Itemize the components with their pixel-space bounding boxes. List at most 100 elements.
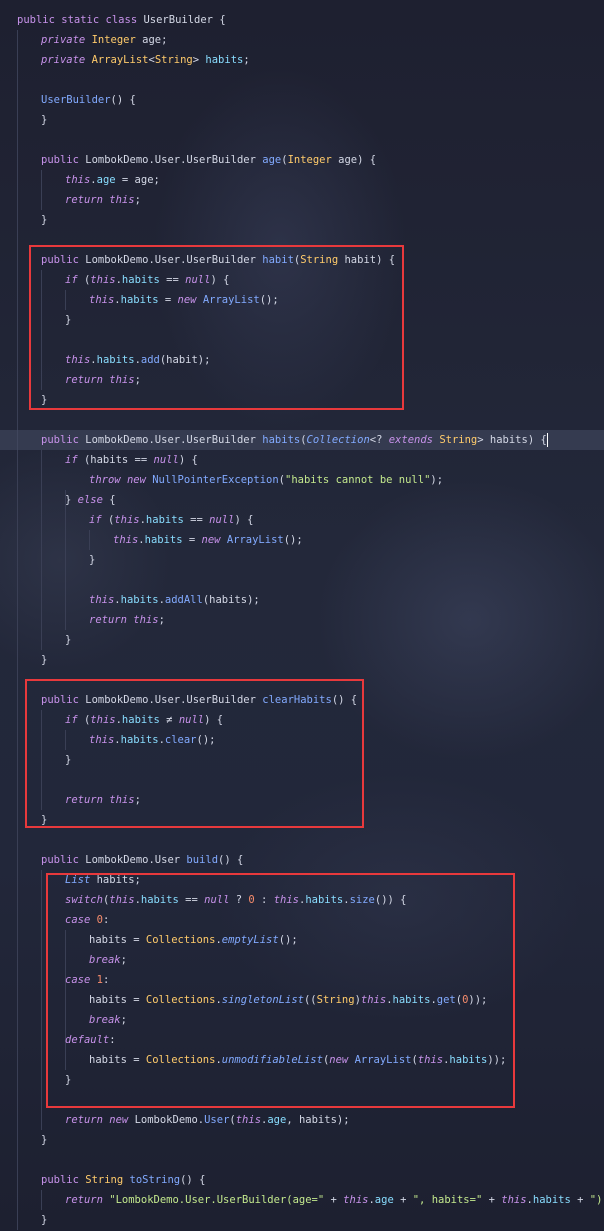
code-token: ; — [158, 614, 165, 626]
code-line[interactable]: this.age = age; — [0, 170, 604, 190]
code-line[interactable]: } — [0, 210, 604, 230]
code-line[interactable] — [0, 570, 604, 590]
highlight-box-habit-method — [29, 245, 404, 410]
code-line-content: } — [0, 634, 71, 646]
code-line[interactable]: public static class UserBuilder { — [0, 10, 604, 30]
code-line[interactable]: return this; — [0, 610, 604, 630]
code-token: > — [192, 54, 206, 66]
code-token: this — [114, 514, 140, 526]
code-token: ); — [430, 474, 444, 486]
code-line[interactable]: return new LombokDemo.User(this.age, hab… — [0, 1110, 604, 1130]
code-token: ) { — [178, 454, 198, 466]
code-line[interactable]: UserBuilder() { — [0, 90, 604, 110]
code-line[interactable]: } — [0, 650, 604, 670]
code-token: ")" — [589, 1194, 604, 1206]
code-token: User — [204, 1114, 230, 1126]
code-line[interactable]: private Integer age; — [0, 30, 604, 50]
code-token: addAll — [164, 594, 203, 606]
code-line-content — [0, 234, 17, 246]
code-token: this — [133, 614, 159, 626]
code-token: this — [235, 1114, 262, 1126]
code-token: = age; — [115, 174, 160, 186]
code-line-content: } — [0, 214, 47, 226]
code-line[interactable]: this.habits.addAll(habits); — [0, 590, 604, 610]
code-line[interactable]: private ArrayList<String> habits; — [0, 50, 604, 70]
code-line-content: public static class UserBuilder { — [0, 14, 226, 26]
code-token: } — [65, 634, 72, 646]
code-token: "LombokDemo.User.UserBuilder(age=" — [109, 1194, 325, 1206]
code-line[interactable]: } — [0, 110, 604, 130]
code-line[interactable]: public LombokDemo.User.UserBuilder age(I… — [0, 150, 604, 170]
code-line[interactable]: public String toString() { — [0, 1170, 604, 1190]
code-token: (habits); — [202, 594, 260, 606]
code-line[interactable]: return this; — [0, 190, 604, 210]
code-line-content: public LombokDemo.User build() { — [0, 854, 243, 866]
code-line-content — [0, 674, 17, 686]
code-token: this — [343, 1194, 369, 1206]
code-token: + — [324, 1194, 344, 1206]
code-token: LombokDemo. — [134, 1114, 205, 1126]
code-line-content: public String toString() { — [0, 1174, 205, 1186]
code-token: UserBuilder { — [143, 14, 226, 26]
code-line-content: UserBuilder() { — [0, 94, 136, 106]
code-token: public — [41, 434, 86, 446]
code-token: ArrayList — [226, 534, 284, 546]
code-token: new — [201, 534, 227, 546]
code-token: habits — [262, 434, 301, 446]
code-token: age — [96, 174, 116, 186]
code-line-content: } — [0, 1134, 47, 1146]
code-line[interactable]: } — [0, 550, 604, 570]
code-line-content — [0, 574, 17, 586]
code-line[interactable] — [0, 830, 604, 850]
code-token: static — [61, 14, 106, 26]
code-line[interactable]: } — [0, 1210, 604, 1230]
code-line[interactable] — [0, 1150, 604, 1170]
code-line[interactable]: } — [0, 1130, 604, 1150]
code-token: == — [183, 514, 210, 526]
code-token: "habits cannot be null" — [285, 474, 431, 486]
code-token: = — [182, 534, 202, 546]
code-token: ) { — [234, 514, 254, 526]
code-token: () { — [218, 854, 244, 866]
code-token: String — [154, 54, 193, 66]
code-token: new — [126, 474, 153, 486]
code-line[interactable]: return "LombokDemo.User.UserBuilder(age=… — [0, 1190, 604, 1210]
code-token: private — [41, 34, 92, 46]
code-line-content — [0, 834, 17, 846]
code-token: ; — [243, 54, 250, 66]
code-line[interactable]: this.habits = new ArrayList(); — [0, 530, 604, 550]
code-token: } — [41, 1134, 48, 1146]
code-line[interactable]: } — [0, 630, 604, 650]
code-line[interactable] — [0, 130, 604, 150]
code-line[interactable]: if (habits == null) { — [0, 450, 604, 470]
code-line-content: if (this.habits == null) { — [0, 514, 253, 526]
code-token: if — [89, 514, 108, 526]
code-line[interactable]: throw new NullPointerException("habits c… — [0, 470, 604, 490]
code-token: this — [65, 174, 91, 186]
code-line[interactable] — [0, 70, 604, 90]
code-token: habits — [532, 1194, 571, 1206]
code-token: } — [41, 114, 48, 126]
code-line[interactable]: } else { — [0, 490, 604, 510]
code-line-content: this.habits = new ArrayList(); — [0, 534, 303, 546]
code-token: return — [89, 614, 134, 626]
code-token: null — [153, 454, 179, 466]
code-line[interactable]: public LombokDemo.User build() { — [0, 850, 604, 870]
code-token: + — [570, 1194, 590, 1206]
code-line-content — [0, 1094, 17, 1106]
code-token: this — [113, 534, 139, 546]
code-line-content: } — [0, 1214, 47, 1226]
code-token: LombokDemo.User — [85, 854, 187, 866]
code-token: else — [77, 494, 110, 506]
code-line-content: this.habits.addAll(habits); — [0, 594, 260, 606]
code-line-content — [0, 134, 17, 146]
code-line-content: return new LombokDemo.User(this.age, hab… — [0, 1114, 350, 1126]
code-line[interactable] — [0, 410, 604, 430]
code-token: habits — [145, 514, 184, 526]
code-line[interactable]: public LombokDemo.User.UserBuilder habit… — [0, 430, 604, 450]
code-line[interactable]: if (this.habits == null) { — [0, 510, 604, 530]
code-token: + — [482, 1194, 502, 1206]
code-token: LombokDemo.User.UserBuilder — [85, 434, 263, 446]
code-token: () { — [110, 94, 136, 106]
code-token: habits — [205, 54, 244, 66]
